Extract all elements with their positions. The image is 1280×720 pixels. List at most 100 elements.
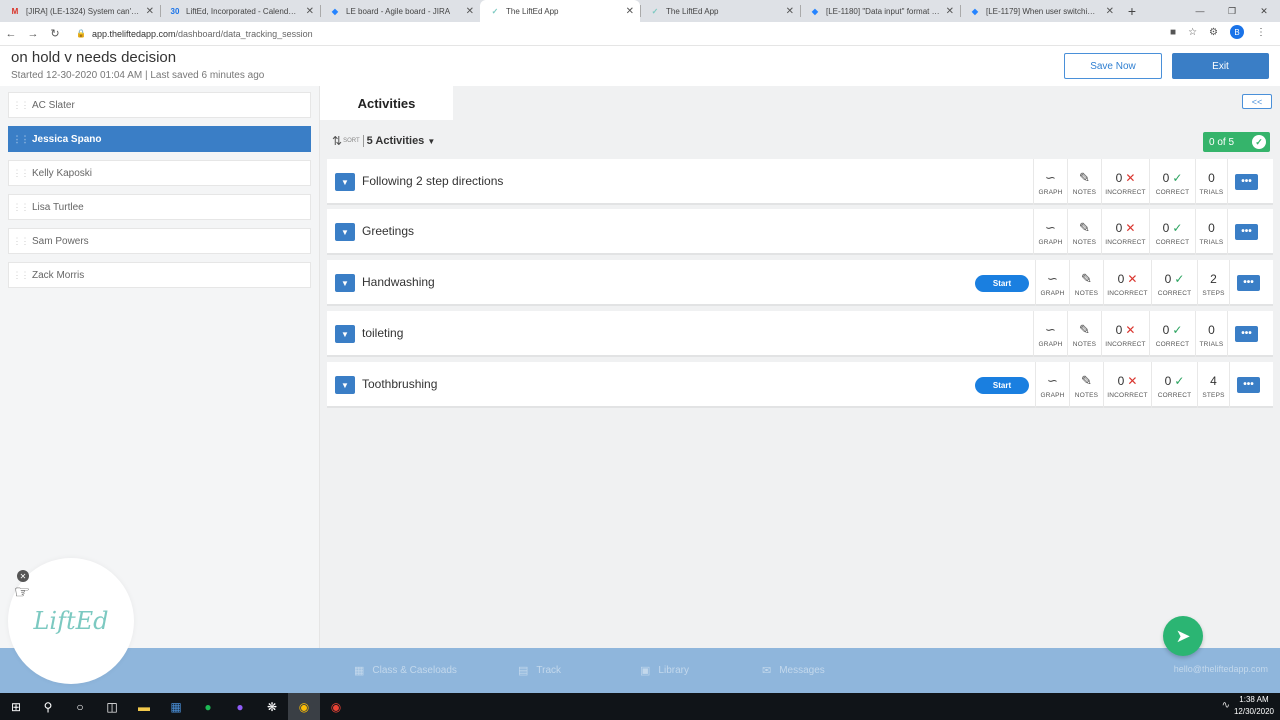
clock[interactable]: 1:38 AM 12/30/2020 (1234, 694, 1274, 718)
close-icon[interactable]: ✕ (17, 570, 29, 582)
exit-button[interactable]: Exit (1172, 53, 1269, 79)
cortana-icon[interactable]: ○ (64, 693, 96, 720)
activity-name[interactable]: toileting (362, 326, 403, 340)
close-tab-icon[interactable]: ✕ (626, 6, 634, 17)
tab-activities[interactable]: Activities (320, 86, 453, 120)
correct-button[interactable]: 0 ✓ CORRECT (1149, 209, 1195, 255)
student-item[interactable]: ⋮⋮ Jessica Spano (8, 126, 311, 152)
save-now-button[interactable]: Save Now (1064, 53, 1162, 79)
correct-button[interactable]: 0 ✓ CORRECT (1151, 362, 1197, 408)
messenger-icon[interactable]: ● (224, 693, 256, 720)
sort-icon[interactable]: ⇅ (332, 134, 342, 148)
expand-button[interactable]: ▼ (335, 274, 355, 292)
url-field[interactable]: 🔒 app.theliftedapp.com /dashboard/data_t… (76, 29, 313, 39)
drag-handle-icon[interactable]: ⋮⋮ (9, 236, 32, 247)
incorrect-button[interactable]: 0 ✕ INCORRECT (1103, 260, 1151, 306)
sort-label[interactable]: SORT (343, 138, 360, 144)
more-options-button[interactable]: ••• (1235, 326, 1258, 342)
graph-button[interactable]: ∽ GRAPH (1035, 260, 1069, 306)
menu-icon[interactable]: ⋮ (1256, 27, 1266, 38)
back-icon[interactable]: ← (0, 28, 22, 40)
drag-handle-icon[interactable]: ⋮⋮ (9, 202, 32, 213)
sort-bar[interactable]: ⇅ SORT 5 Activities ▼ (332, 134, 435, 148)
forward-icon[interactable]: → (22, 28, 44, 40)
expand-button[interactable]: ▼ (335, 376, 355, 394)
incorrect-button[interactable]: 0 ✕ INCORRECT (1103, 362, 1151, 408)
correct-button[interactable]: 0 ✓ CORRECT (1149, 311, 1195, 357)
notes-button[interactable]: ✎ NOTES (1069, 260, 1103, 306)
minimize-icon[interactable]: — (1184, 0, 1216, 22)
start-button[interactable]: Start (975, 275, 1029, 292)
nav-class-caseloads[interactable]: ▦ Class & Caseloads (354, 664, 457, 677)
windows-start-icon[interactable]: ⊞ (0, 693, 32, 720)
activity-name[interactable]: Handwashing (362, 275, 435, 289)
browser-tab[interactable]: ✓ The LiftEd App ✕ (480, 0, 640, 22)
student-item[interactable]: ⋮⋮ Kelly Kaposki (8, 160, 311, 186)
close-tab-icon[interactable]: ✕ (306, 6, 314, 17)
reload-icon[interactable]: ↻ (44, 27, 66, 40)
student-item[interactable]: ⋮⋮ Lisa Turtlee (8, 194, 311, 220)
student-item[interactable]: ⋮⋮ AC Slater (8, 92, 311, 118)
drag-handle-icon[interactable]: ⋮⋮ (9, 270, 32, 281)
drag-handle-icon[interactable]: ⋮⋮ (9, 168, 32, 179)
notes-button[interactable]: ✎ NOTES (1067, 159, 1101, 205)
student-item[interactable]: ⋮⋮ Zack Morris (8, 262, 311, 288)
more-options-button[interactable]: ••• (1237, 377, 1260, 393)
browser-tab[interactable]: 30 LiftEd, Incorporated - Calendar - ✕ (160, 0, 320, 22)
correct-button[interactable]: 0 ✓ CORRECT (1149, 159, 1195, 205)
run-activity-button[interactable]: ➤ (1163, 616, 1203, 656)
incorrect-button[interactable]: 0 ✕ INCORRECT (1101, 311, 1149, 357)
more-options-button[interactable]: ••• (1235, 224, 1258, 240)
browser-tab[interactable]: ◆ [LE-1179] When user switching "I ✕ (960, 0, 1120, 22)
slack-icon[interactable]: ❋ (256, 693, 288, 720)
task-view-icon[interactable]: ◫ (96, 693, 128, 720)
browser-tab[interactable]: ◆ LE board - Agile board - JIRA ✕ (320, 0, 480, 22)
new-tab-button[interactable]: + (1120, 0, 1144, 22)
spotify-icon[interactable]: ● (192, 693, 224, 720)
more-options-button[interactable]: ••• (1237, 275, 1260, 291)
graph-button[interactable]: ∽ GRAPH (1033, 209, 1067, 255)
search-icon[interactable]: ⚲ (32, 693, 64, 720)
notes-button[interactable]: ✎ NOTES (1067, 209, 1101, 255)
restore-icon[interactable]: ❐ (1216, 0, 1248, 22)
nav-track[interactable]: ▤ Track (518, 664, 561, 677)
graph-button[interactable]: ∽ GRAPH (1035, 362, 1069, 408)
drag-handle-icon[interactable]: ⋮⋮ (9, 134, 32, 145)
browser-tab[interactable]: ◆ [LE-1180] "Data input" format au ✕ (800, 0, 960, 22)
nav-library[interactable]: ▣ Library (640, 664, 689, 677)
correct-button[interactable]: 0 ✓ CORRECT (1151, 260, 1197, 306)
activity-name[interactable]: Following 2 step directions (362, 174, 503, 188)
more-options-button[interactable]: ••• (1235, 174, 1258, 190)
expand-button[interactable]: ▼ (335, 223, 355, 241)
camera-icon[interactable]: ■ (1170, 27, 1176, 38)
close-window-icon[interactable]: ✕ (1248, 0, 1280, 22)
graph-button[interactable]: ∽ GRAPH (1033, 159, 1067, 205)
extensions-icon[interactable]: ⚙ (1209, 27, 1218, 38)
contact-email[interactable]: hello@theliftedapp.com (1174, 664, 1268, 674)
incorrect-button[interactable]: 0 ✕ INCORRECT (1101, 209, 1149, 255)
star-icon[interactable]: ☆ (1188, 27, 1197, 38)
drag-handle-icon[interactable]: ⋮⋮ (9, 100, 32, 111)
chrome-profile-icon[interactable]: ◉ (320, 693, 352, 720)
activity-count[interactable]: 5 Activities (367, 135, 425, 147)
close-tab-icon[interactable]: ✕ (146, 6, 154, 17)
close-tab-icon[interactable]: ✕ (466, 6, 474, 17)
start-button[interactable]: Start (975, 377, 1029, 394)
file-explorer-icon[interactable]: ▬ (128, 693, 160, 720)
activity-name[interactable]: Greetings (362, 224, 414, 238)
graph-button[interactable]: ∽ GRAPH (1033, 311, 1067, 357)
chevron-down-icon[interactable]: ▼ (427, 137, 435, 146)
notes-button[interactable]: ✎ NOTES (1067, 311, 1101, 357)
close-tab-icon[interactable]: ✕ (1106, 6, 1114, 17)
collapse-button[interactable]: << (1242, 94, 1272, 109)
browser-tab[interactable]: ✓ The LiftEd App ✕ (640, 0, 800, 22)
close-tab-icon[interactable]: ✕ (946, 6, 954, 17)
student-item[interactable]: ⋮⋮ Sam Powers (8, 228, 311, 254)
profile-avatar[interactable]: B (1230, 25, 1244, 39)
browser-tab[interactable]: M [JIRA] (LE-1324) System can't sav ✕ (0, 0, 160, 22)
notes-button[interactable]: ✎ NOTES (1069, 362, 1103, 408)
network-icon[interactable]: ∿ (1222, 700, 1230, 711)
expand-button[interactable]: ▼ (335, 325, 355, 343)
chrome-icon[interactable]: ◉ (288, 693, 320, 720)
activity-name[interactable]: Toothbrushing (362, 377, 437, 391)
